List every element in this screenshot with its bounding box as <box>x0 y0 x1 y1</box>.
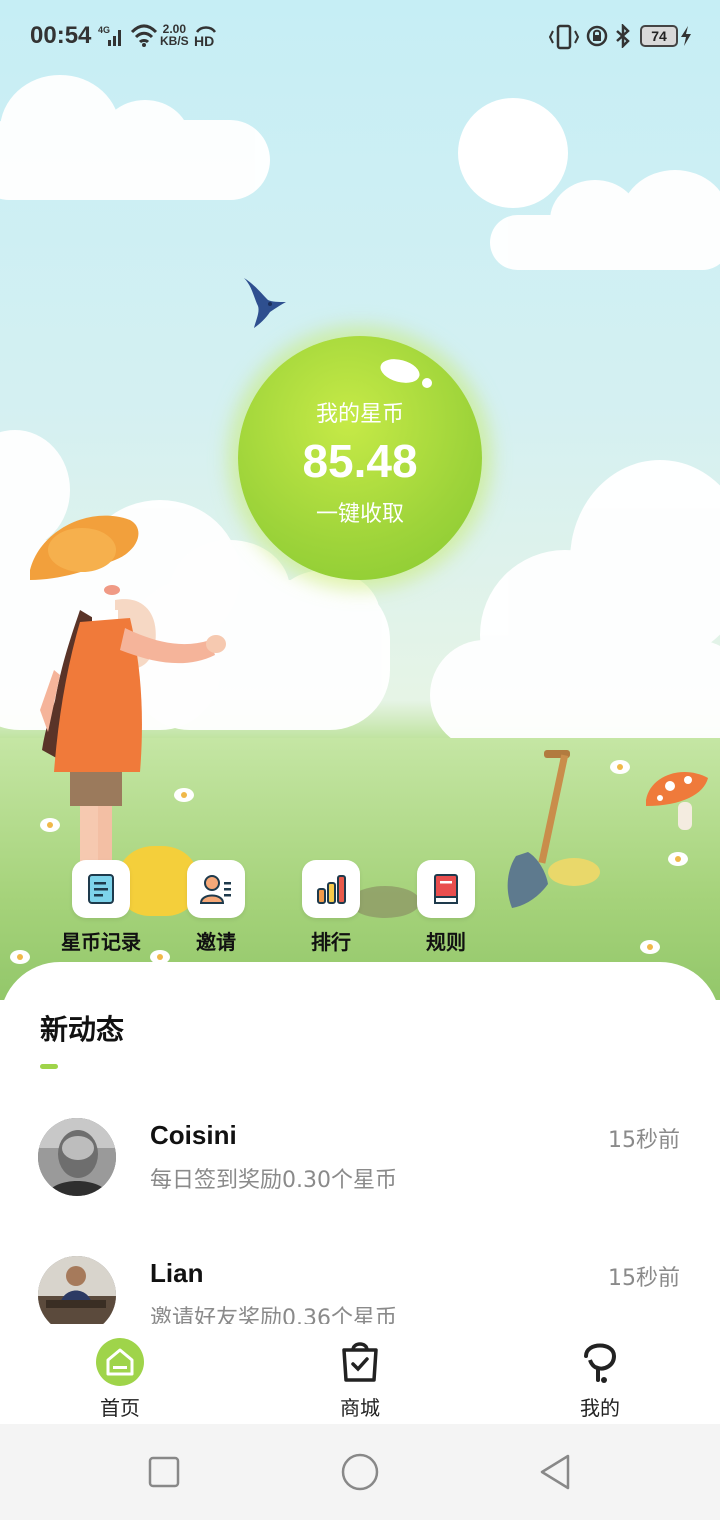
system-navigation-bar <box>0 1424 720 1520</box>
status-time: 00:54 <box>30 22 92 49</box>
feed-title: 新动态 <box>40 1013 125 1046</box>
action-label: 规则 <box>426 930 466 954</box>
action-rules[interactable]: 规则 <box>386 860 506 960</box>
tab-label: 首页 <box>100 1396 140 1420</box>
cloud-illustration <box>430 460 720 750</box>
shopping-bag-icon <box>342 1342 378 1382</box>
coin-balance-circle[interactable]: 我的星币 85.48 一键收取 <box>238 336 482 580</box>
action-label: 星币记录 <box>61 930 141 954</box>
action-label: 排行 <box>311 930 351 954</box>
cellular-signal-icon: 4G <box>98 25 121 46</box>
action-icon-box <box>187 860 245 918</box>
recent-apps-button[interactable] <box>144 1452 184 1492</box>
coin-title: 我的星币 <box>315 402 404 427</box>
tab-label: 商城 <box>340 1396 380 1420</box>
bottom-tab-bar: 首页 商城 我的 <box>0 1324 720 1424</box>
rotation-lock-icon <box>586 25 608 47</box>
coin-record-icon <box>88 874 114 904</box>
network-speed-unit: KB/S <box>160 34 189 48</box>
feed-description: 每日签到奖励0.30个星币 <box>150 1168 397 1193</box>
tab-label: 我的 <box>580 1396 620 1420</box>
action-icon-box <box>417 860 475 918</box>
tab-home[interactable]: 首页 <box>0 1324 240 1424</box>
wifi-icon <box>130 24 158 47</box>
hd-label: HD <box>194 33 215 49</box>
charging-bolt-icon <box>681 26 691 46</box>
tab-shop[interactable]: 商城 <box>240 1324 480 1424</box>
avatar <box>38 1256 116 1324</box>
feed-title-underline <box>40 1064 58 1069</box>
feed-user-name: Coisini <box>150 1120 237 1150</box>
action-icon-box <box>302 860 360 918</box>
mushroom-illustration <box>646 772 708 830</box>
coin-highlight-dot <box>422 378 432 388</box>
collect-all-button[interactable]: 一键收取 <box>238 496 482 528</box>
network-type: 4G <box>98 25 110 35</box>
feed-item[interactable]: Lian 15秒前 邀请好友奖励0.36个星币 <box>0 1256 720 1324</box>
avatar <box>38 1118 116 1196</box>
back-button[interactable] <box>536 1452 576 1492</box>
battery-level: 74 <box>651 28 667 44</box>
home-icon <box>96 1338 144 1386</box>
bluetooth-icon <box>616 24 630 48</box>
action-label: 邀请 <box>196 930 236 954</box>
flower-illustration <box>174 788 194 802</box>
activity-feed-panel: 新动态 Coisini 15秒前 每日签到奖励0.30个星币 Lian 15秒前… <box>0 962 720 1324</box>
feed-item[interactable]: Coisini 15秒前 每日签到奖励0.30个星币 <box>0 1118 720 1238</box>
network-speed: 2.00 KB/S <box>160 23 189 47</box>
cloud-illustration <box>0 75 270 200</box>
invite-icon <box>200 875 231 904</box>
coin-balance-value: 85.48 <box>302 435 418 487</box>
sun-illustration <box>458 98 568 208</box>
action-invite[interactable]: 邀请 <box>156 860 276 960</box>
flower-illustration <box>610 760 630 774</box>
action-ranking[interactable]: 排行 <box>271 860 391 960</box>
home-button[interactable] <box>340 1452 380 1492</box>
action-icon-box <box>72 860 130 918</box>
quick-actions: 星币记录 邀请 排行 规则 <box>0 860 720 960</box>
action-coin-record[interactable]: 星币记录 <box>41 860 161 960</box>
bird-illustration <box>244 278 286 328</box>
ranking-icon <box>317 875 346 904</box>
feed-timestamp: 15秒前 <box>608 1128 680 1153</box>
feed-description: 邀请好友奖励0.36个星币 <box>150 1306 397 1324</box>
feed-user-name: Lian <box>150 1258 204 1288</box>
coin-highlight <box>377 355 423 387</box>
rules-book-icon <box>434 874 458 904</box>
battery-icon: 74 <box>640 25 678 47</box>
flower-illustration <box>40 818 60 832</box>
profile-icon <box>584 1343 617 1383</box>
status-bar: 00:54 4G 2.00 KB/S HD 74 <box>0 0 720 76</box>
cloud-illustration <box>490 170 720 270</box>
tab-profile[interactable]: 我的 <box>480 1324 720 1424</box>
vibrate-icon <box>548 24 580 50</box>
feed-timestamp: 15秒前 <box>608 1266 680 1291</box>
